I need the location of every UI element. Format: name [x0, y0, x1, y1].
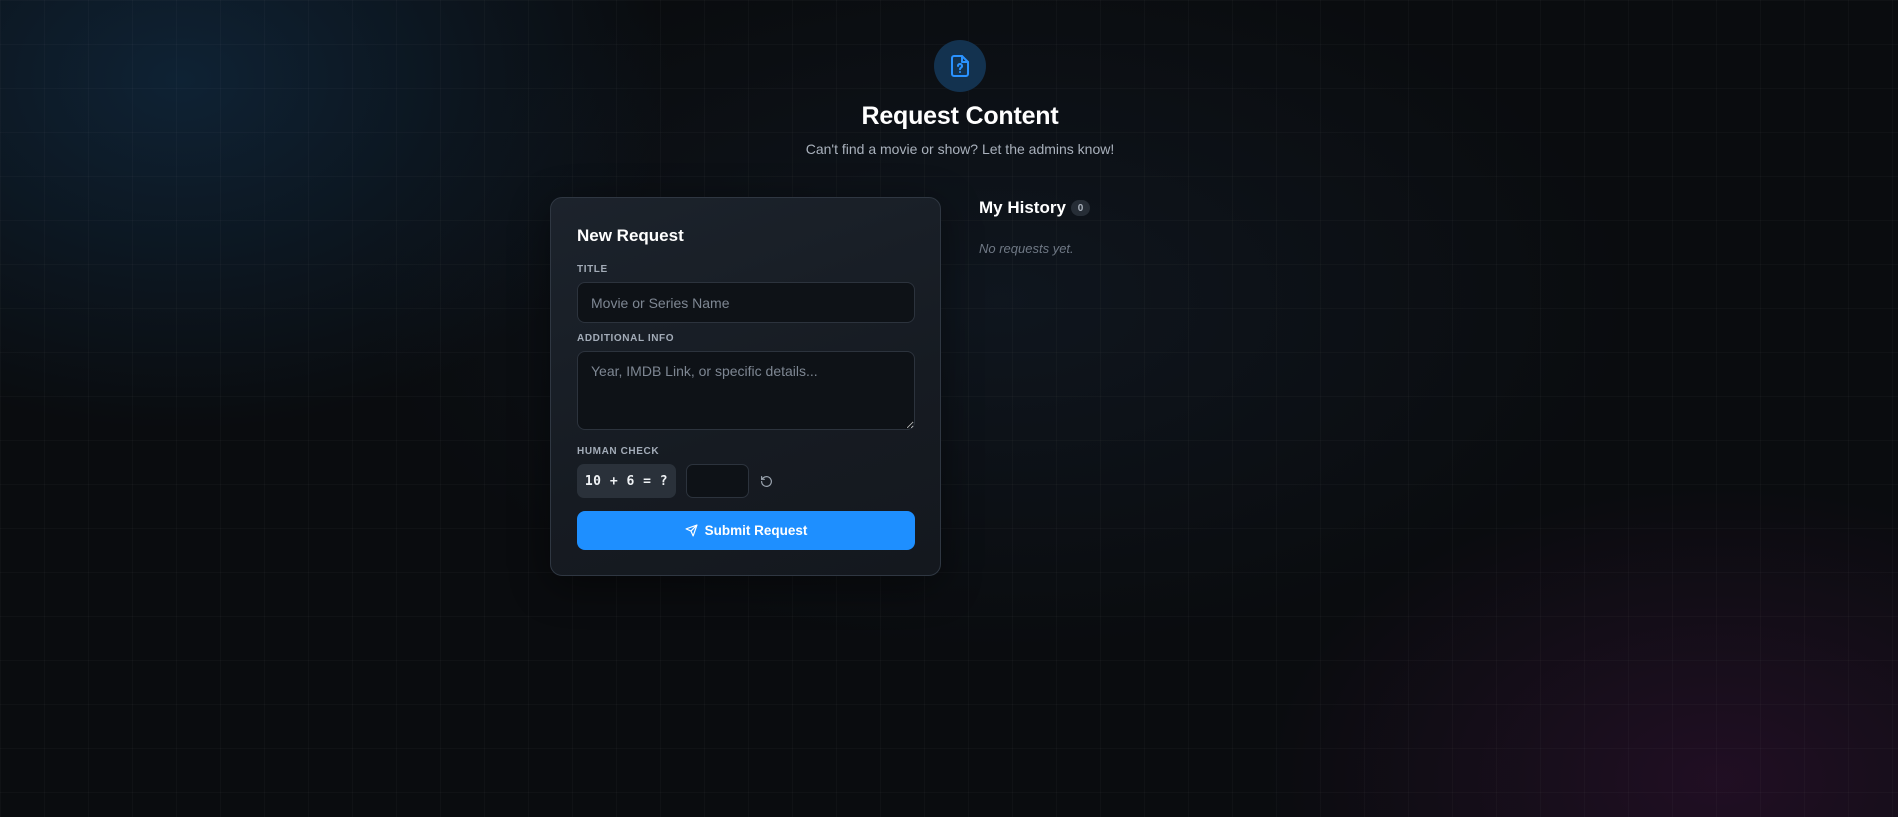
history-title: My History — [979, 198, 1066, 217]
history-count-badge: 0 — [1071, 200, 1090, 216]
title-label: TITLE — [577, 264, 608, 275]
file-question-icon — [934, 40, 986, 92]
send-icon — [685, 524, 698, 537]
title-input[interactable] — [577, 282, 915, 323]
card-title: New Request — [577, 226, 684, 245]
page-subtitle: Can't find a movie or show? Let the admi… — [805, 141, 1115, 157]
additional-info-label: ADDITIONAL INFO — [577, 333, 675, 344]
page-title: Request Content — [861, 102, 1059, 130]
additional-info-textarea[interactable] — [577, 351, 915, 430]
history-empty-text: No requests yet. — [979, 241, 1074, 256]
submit-label: Submit Request — [704, 523, 808, 538]
refresh-icon[interactable] — [757, 472, 775, 490]
human-check-label: HUMAN CHECK — [577, 446, 660, 457]
request-page: Request Content Can't find a movie or sh… — [0, 0, 1898, 817]
new-request-card: New Request TITLE ADDITIONAL INFO HUMAN … — [550, 197, 941, 576]
submit-request-button[interactable]: Submit Request — [577, 511, 915, 550]
captcha-question: 10 + 6 = ? — [577, 464, 676, 498]
captcha-answer-input[interactable] — [686, 464, 749, 498]
